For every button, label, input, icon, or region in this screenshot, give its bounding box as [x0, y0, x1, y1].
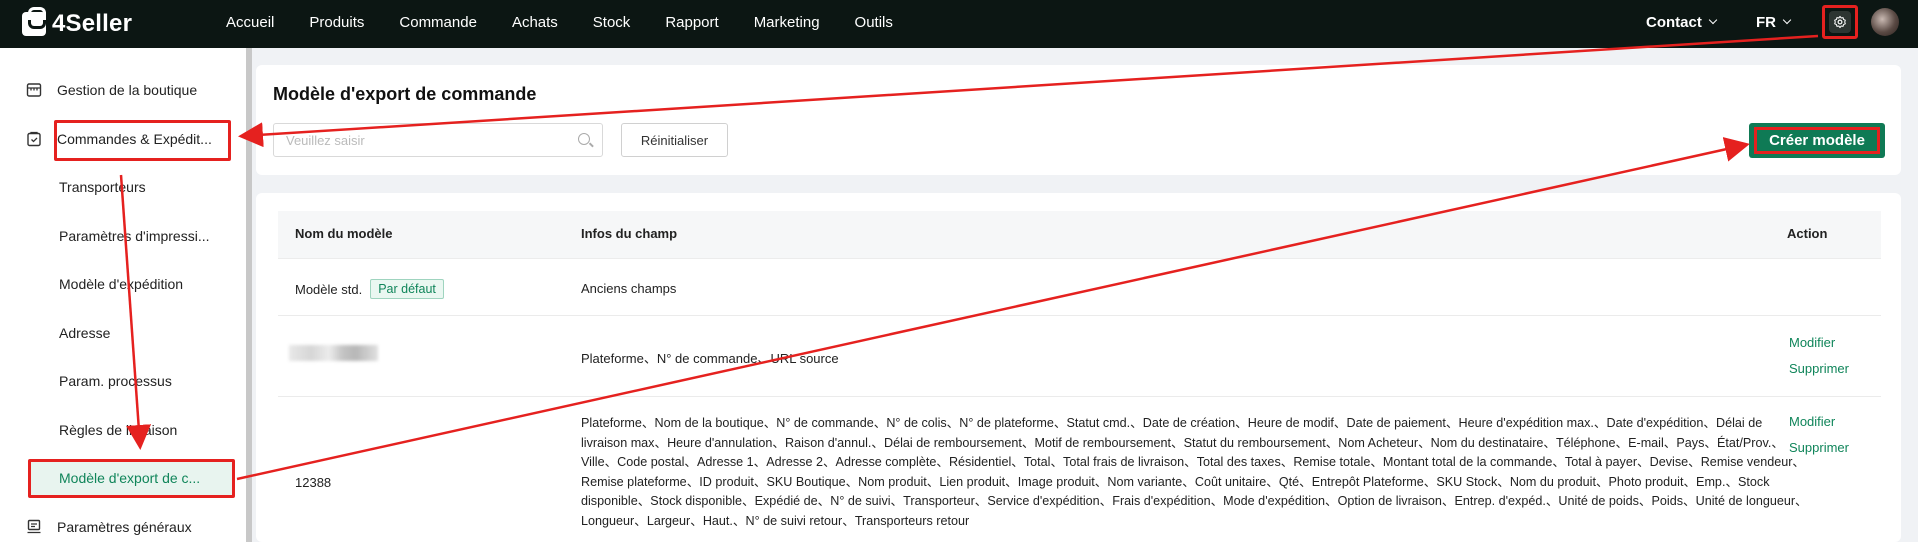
chevron-down-icon	[1782, 15, 1792, 25]
sidebar-item-shop-management[interactable]: Gestion de la boutique	[26, 81, 197, 99]
table-row-fields: Plateforme、N° de commande、URL source	[581, 351, 839, 366]
user-avatar[interactable]	[1871, 8, 1899, 36]
shop-icon	[26, 82, 42, 98]
row-divider	[278, 396, 1881, 397]
table-header: Nom du modèle Infos du champ Action	[278, 211, 1881, 259]
table-row-name: Modèle std. Par défaut	[295, 279, 444, 299]
sidebar-item-general-settings[interactable]: Paramètres généraux	[26, 518, 192, 536]
main-nav: Accueil Produits Commande Achats Stock R…	[226, 0, 928, 44]
nav-item-rapport[interactable]: Rapport	[665, 14, 718, 31]
create-template-button[interactable]: Créer modèle	[1749, 123, 1885, 158]
table-row-fields: Anciens champs	[581, 281, 677, 296]
language-label: FR	[1756, 13, 1776, 31]
edit-link[interactable]: Modifier	[1789, 335, 1835, 350]
column-header-name: Nom du modèle	[295, 226, 393, 241]
contact-menu[interactable]: Contact	[1646, 0, 1718, 44]
edit-link[interactable]: Modifier	[1789, 414, 1835, 429]
nav-item-produits[interactable]: Produits	[309, 14, 364, 31]
sidebar-item-address[interactable]: Adresse	[59, 324, 110, 342]
orders-icon	[26, 131, 42, 147]
nav-item-marketing[interactable]: Marketing	[754, 14, 820, 31]
row-divider	[278, 315, 1881, 316]
general-settings-icon	[26, 519, 42, 535]
nav-item-outils[interactable]: Outils	[855, 14, 893, 31]
column-header-action: Action	[1787, 226, 1828, 241]
annotation-box-export-template	[28, 459, 235, 498]
default-badge: Par défaut	[370, 279, 444, 299]
sidebar-scrollbar[interactable]	[246, 48, 252, 542]
column-header-fields: Infos du champ	[581, 226, 678, 241]
nav-item-accueil[interactable]: Accueil	[226, 14, 274, 31]
sidebar-item-label: Paramètres généraux	[57, 519, 192, 535]
nav-item-commande[interactable]: Commande	[399, 14, 477, 31]
sidebar-item-label: Gestion de la boutique	[57, 82, 198, 98]
sidebar-item-delivery-rules[interactable]: Règles de livraison	[59, 421, 177, 439]
delete-link[interactable]: Supprimer	[1789, 440, 1849, 455]
sidebar-item-print-settings[interactable]: Paramètres d'impressi...	[59, 227, 210, 245]
sidebar-item-carriers[interactable]: Transporteurs	[59, 178, 146, 196]
redacted-template-name	[289, 345, 378, 361]
gear-icon	[1829, 11, 1851, 33]
create-template-label: Créer modèle	[1769, 132, 1865, 149]
template-name: Modèle std.	[295, 281, 363, 297]
logo-text: 4Seller	[52, 10, 133, 37]
sidebar-item-shipping-template[interactable]: Modèle d'expédition	[59, 275, 183, 293]
language-menu[interactable]: FR	[1756, 0, 1792, 44]
chevron-down-icon	[1708, 15, 1718, 25]
nav-item-achats[interactable]: Achats	[512, 14, 558, 31]
app-logo[interactable]: 4Seller	[22, 7, 133, 40]
delete-link[interactable]: Supprimer	[1789, 361, 1849, 376]
page-title: Modèle d'export de commande	[273, 84, 537, 104]
top-bar: 4Seller Accueil Produits Commande Achats…	[0, 0, 1918, 48]
template-name: 12388	[295, 475, 332, 490]
nav-item-stock[interactable]: Stock	[593, 14, 631, 31]
search-field[interactable]	[273, 123, 603, 157]
search-input[interactable]	[274, 124, 554, 156]
table-row-fields: Plateforme、Nom de la boutique、N° de comm…	[581, 416, 1808, 528]
search-icon[interactable]	[578, 133, 590, 145]
logo-bag-icon	[22, 7, 46, 36]
sidebar-item-process-settings[interactable]: Param. processus	[59, 372, 172, 390]
reset-button[interactable]: Réinitialiser	[621, 123, 728, 157]
contact-label: Contact	[1646, 13, 1702, 31]
filter-card	[256, 65, 1901, 175]
settings-button[interactable]	[1822, 5, 1858, 39]
annotation-box-orders	[54, 120, 231, 161]
